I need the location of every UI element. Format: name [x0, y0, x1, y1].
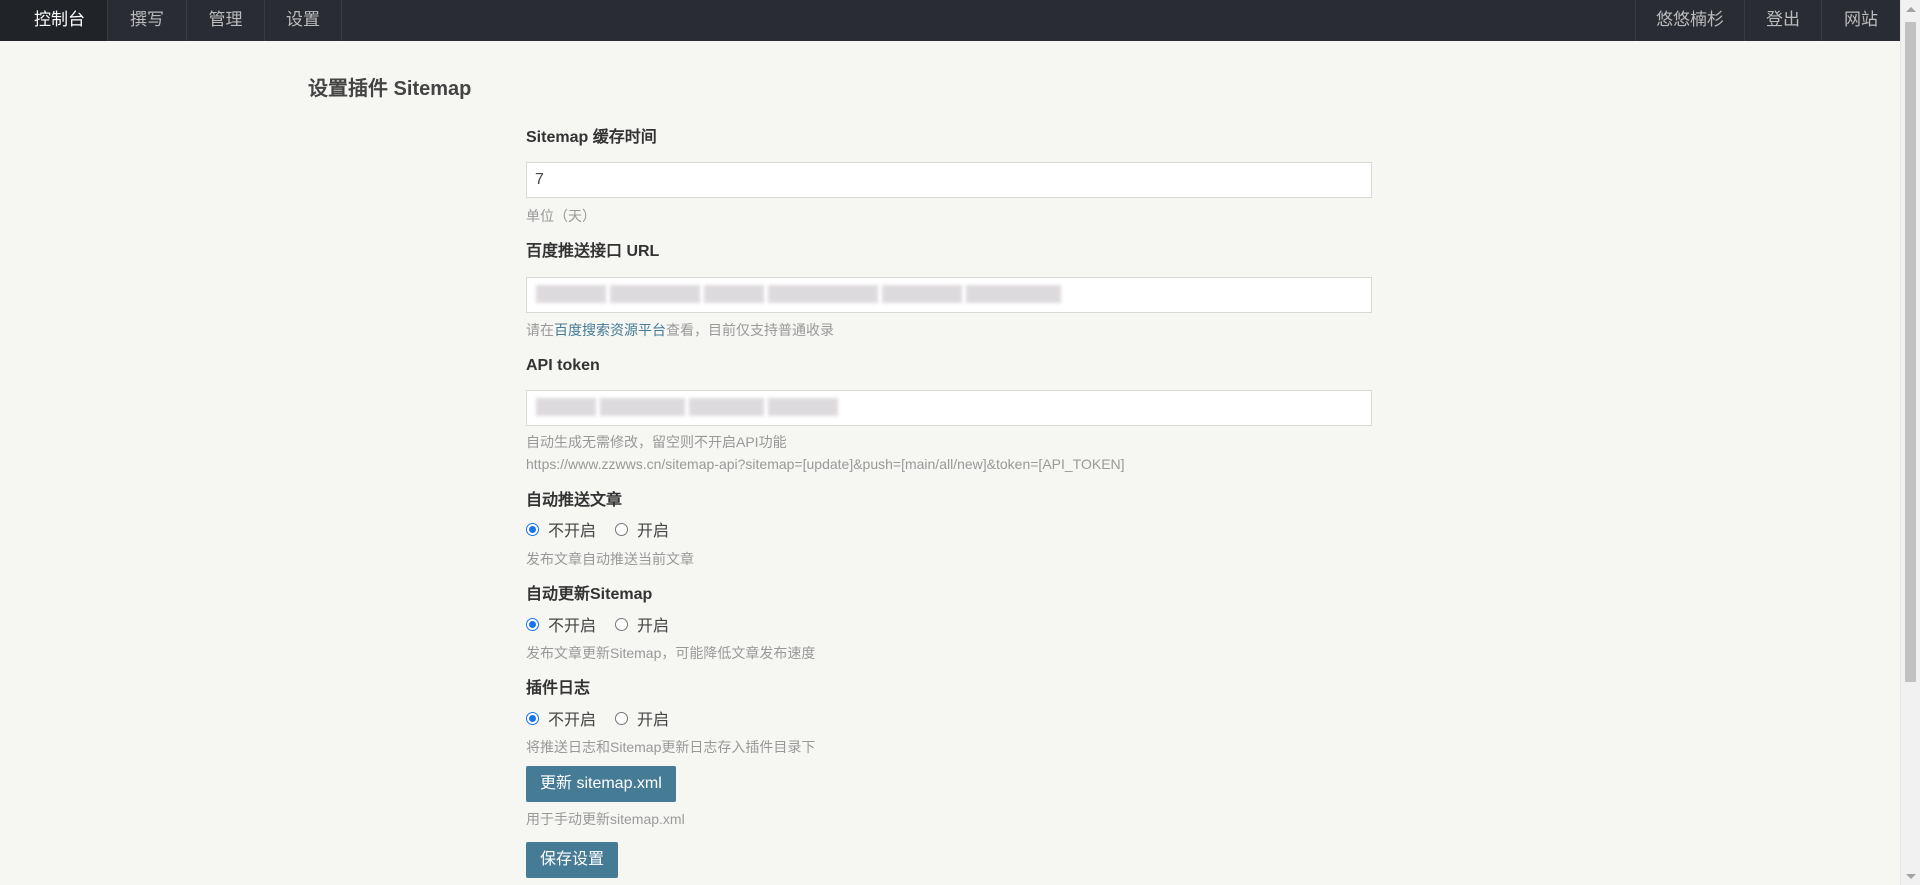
- auto-push-off-radio[interactable]: [526, 522, 539, 536]
- plugin-log-radio-group: 不开启 开启: [526, 707, 1372, 729]
- plugin-log-off-label: 不开启: [548, 712, 597, 729]
- auto-push-radio-group: 不开启 开启: [526, 518, 1372, 540]
- scroll-up-arrow-icon[interactable]: [1906, 7, 1916, 12]
- auto-push-on-option[interactable]: 开启: [615, 517, 669, 541]
- update-sitemap-desc: 用于手动更新sitemap.xml: [526, 811, 685, 827]
- api-token-redacted-value: [536, 398, 838, 416]
- plugin-log-off-radio[interactable]: [526, 711, 539, 725]
- auto-update-off-radio[interactable]: [526, 617, 539, 631]
- cache-time-input[interactable]: [526, 162, 1372, 198]
- top-navbar: 控制台 撰写 管理 设置 悠悠楠杉 登出 网站: [0, 0, 1900, 41]
- cache-time-label: Sitemap 缓存时间: [526, 129, 657, 146]
- plugin-log-on-label: 开启: [637, 712, 670, 729]
- scroll-down-arrow-icon[interactable]: [1906, 874, 1916, 879]
- update-sitemap-button[interactable]: 更新 sitemap.xml: [526, 766, 676, 802]
- baidu-url-redacted-value: [536, 285, 1061, 303]
- baidu-url-field-wrap: [526, 277, 1372, 313]
- baidu-search-platform-link[interactable]: 百度搜索资源平台: [554, 322, 666, 338]
- nav-website[interactable]: 网站: [1821, 0, 1900, 41]
- plugin-log-label: 插件日志: [526, 680, 591, 697]
- auto-update-off-option[interactable]: 不开启: [526, 612, 596, 636]
- api-token-desc-line2: https://www.zzwws.cn/sitemap-api?sitemap…: [526, 456, 1125, 472]
- auto-push-off-option[interactable]: 不开启: [526, 517, 596, 541]
- nav-user-profile[interactable]: 悠悠楠杉: [1635, 0, 1744, 41]
- auto-update-on-radio[interactable]: [615, 617, 629, 631]
- auto-update-label: 自动更新Sitemap: [526, 586, 653, 603]
- plugin-log-desc: 将推送日志和Sitemap更新日志存入插件目录下: [526, 739, 816, 755]
- nav-left: 控制台 撰写 管理 设置: [0, 0, 342, 41]
- cache-time-desc: 单位（天）: [526, 208, 596, 224]
- baidu-url-label: 百度推送接口 URL: [526, 243, 660, 260]
- api-token-label: API token: [526, 357, 600, 374]
- baidu-url-desc-prefix: 请在: [526, 322, 554, 338]
- plugin-log-off-option[interactable]: 不开启: [526, 706, 596, 730]
- auto-push-off-label: 不开启: [548, 523, 597, 540]
- api-token-field-wrap: [526, 390, 1372, 426]
- auto-push-on-radio[interactable]: [615, 522, 629, 536]
- update-sitemap-wrap: 更新 sitemap.xml: [526, 766, 1372, 802]
- page-title: 设置插件 Sitemap: [308, 78, 472, 100]
- auto-push-label: 自动推送文章: [526, 492, 623, 509]
- nav-dashboard[interactable]: 控制台: [0, 0, 108, 41]
- auto-update-radio-group: 不开启 开启: [526, 613, 1372, 635]
- baidu-url-desc: 请在百度搜索资源平台查看，目前仅支持普通收录: [526, 319, 1372, 341]
- auto-update-off-label: 不开启: [548, 618, 597, 635]
- api-token-desc-line1: 自动生成无需修改，留空则不开启API功能: [526, 434, 787, 450]
- plugin-log-on-option[interactable]: 开启: [615, 706, 669, 730]
- baidu-url-desc-suffix: 查看，目前仅支持普通收录: [666, 322, 834, 338]
- auto-update-desc: 发布文章更新Sitemap，可能降低文章发布速度: [526, 645, 816, 661]
- save-settings-wrap: 保存设置: [526, 842, 1372, 878]
- auto-push-on-label: 开启: [637, 523, 670, 540]
- plugin-settings-form: Sitemap 缓存时间 单位（天） 百度推送接口 URL 请在百度搜索资源平台…: [526, 124, 1372, 878]
- nav-right: 悠悠楠杉 登出 网站: [1635, 0, 1900, 41]
- nav-write[interactable]: 撰写: [108, 0, 187, 41]
- nav-settings[interactable]: 设置: [265, 0, 342, 41]
- save-settings-button[interactable]: 保存设置: [526, 842, 619, 878]
- auto-update-on-option[interactable]: 开启: [615, 612, 669, 636]
- scroll-thumb[interactable]: [1905, 22, 1916, 682]
- plugin-log-on-radio[interactable]: [615, 711, 629, 725]
- auto-push-desc: 发布文章自动推送当前文章: [526, 551, 694, 567]
- auto-update-on-label: 开启: [637, 618, 670, 635]
- nav-manage[interactable]: 管理: [187, 0, 265, 41]
- nav-logout[interactable]: 登出: [1744, 0, 1821, 41]
- vertical-scrollbar[interactable]: [1900, 0, 1920, 885]
